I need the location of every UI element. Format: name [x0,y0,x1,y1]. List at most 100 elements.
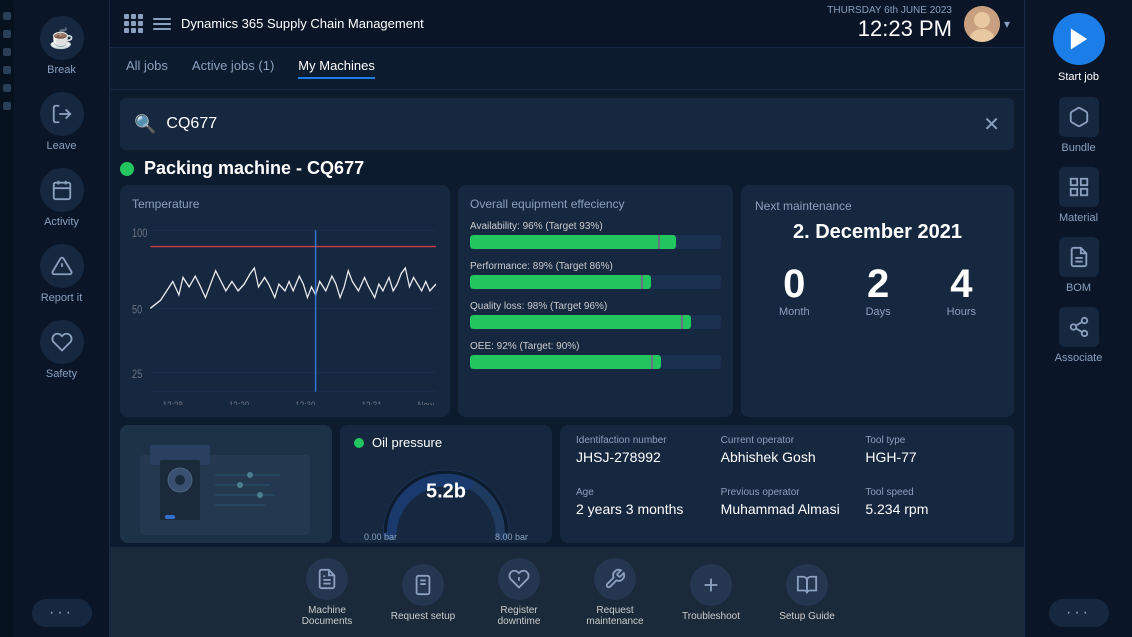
month-number: 0 [779,264,810,304]
thin-nav-icon-5 [3,84,11,92]
setup-guide-icon [786,564,828,606]
oil-label: Oil pressure [372,435,442,450]
action-request-maintenance[interactable]: Request maintenance [577,558,653,627]
break-icon: ☕ [40,16,84,60]
temperature-card-title: Temperature [132,197,438,211]
maintenance-card: Next maintenance 2. December 2021 0 Mont… [741,185,1014,417]
info-value-5: 5.234 rpm [865,501,998,517]
month-label: Month [779,306,810,318]
oee-bar-target-performance [641,275,643,289]
sidebar-item-leave[interactable]: Leave [24,84,100,160]
user-avatar-block[interactable]: ▾ [964,6,1010,42]
grid-dot [124,14,129,19]
oee-label-performance: Performance: 89% (Target 86%) [470,261,721,272]
request-maintenance-icon [594,558,636,600]
action-troubleshoot[interactable]: Troubleshoot [673,564,749,622]
activity-icon [40,168,84,212]
main-content: Dynamics 365 Supply Chain Management THU… [110,0,1024,637]
temperature-card: Temperature 100 50 25 [120,185,450,417]
gauge-min-label: 0.00 bar [364,532,397,542]
oee-row-quality: Quality loss: 98% (Target 96%) [470,301,721,329]
action-request-setup[interactable]: Request setup [385,564,461,622]
thin-nav-icon-3 [3,48,11,56]
temperature-chart: 100 50 25 [132,217,438,405]
search-input[interactable] [166,115,973,133]
svg-text:12:29: 12:29 [229,400,249,405]
sidebar-item-safety[interactable]: Safety [24,312,100,388]
tabs-bar: All jobs Active jobs (1) My Machines [110,48,1024,90]
sidebar-item-activity[interactable]: Activity [24,160,100,236]
action-machine-docs[interactable]: Machine Documents [289,558,365,627]
grid-dot [131,28,136,33]
oil-header: Oil pressure [354,435,538,450]
oee-row-oee: OEE: 92% (Target: 90%) [470,341,721,369]
time-display: 12:23 PM [827,16,952,42]
info-cell-0: Identifaction number JHSJ-278992 [576,435,709,481]
sidebar-item-report-it[interactable]: Report it [24,236,100,312]
close-icon[interactable]: ✕ [983,112,1000,137]
oee-row-availability: Availability: 96% (Target 93%) [470,221,721,249]
right-panel-material[interactable]: Material [1036,162,1122,228]
oee-card-title: Overall equipment effeciency [470,197,721,211]
oee-bar-fill-performance [470,275,651,289]
maintenance-card-title: Next maintenance [755,199,852,213]
date-display: THURSDAY 6th JUNE 2023 [827,5,952,16]
machine-image [120,425,332,543]
info-cell-2: Tool type HGH-77 [865,435,998,481]
sidebar-item-break[interactable]: ☕ Break [24,8,100,84]
right-panel-associate[interactable]: Associate [1036,302,1122,368]
action-register-downtime[interactable]: Register downtime [481,558,557,627]
days-unit: 2 Days [866,264,891,318]
associate-icon [1059,307,1099,347]
info-field-5: Tool speed [865,487,998,498]
machine-docs-icon [306,558,348,600]
start-job-button[interactable]: Start job [1036,8,1122,88]
app-header: Dynamics 365 Supply Chain Management THU… [110,0,1024,48]
leave-icon [40,92,84,136]
right-panel-bundle[interactable]: Bundle [1036,92,1122,158]
svg-text:100: 100 [132,227,147,241]
oee-bar-bg-4 [470,355,721,369]
sidebar-more-button[interactable]: ··· [32,599,92,627]
avatar [964,6,1000,42]
right-panel-bom[interactable]: BOM [1036,232,1122,298]
oee-bar-fill-oee [470,355,661,369]
info-value-3: 2 years 3 months [576,501,709,517]
header-left: Dynamics 365 Supply Chain Management [124,14,424,33]
request-setup-icon [402,564,444,606]
svg-text:12:28: 12:28 [163,400,183,405]
hours-number: 4 [947,264,976,304]
bom-icon [1059,237,1099,277]
svg-text:12:31: 12:31 [362,400,382,405]
oee-bar-target-availability [658,235,660,249]
info-value-4: Muhammad Almasi [721,501,854,517]
tab-active-jobs[interactable]: Active jobs (1) [192,58,274,79]
machine-info-card: Identifaction number JHSJ-278992 Current… [560,425,1014,543]
bottom-actions-bar: Machine Documents Request setup Register… [110,547,1024,637]
grid-dot [131,14,136,19]
oee-label-availability: Availability: 96% (Target 93%) [470,221,721,232]
hamburger-icon[interactable] [153,18,171,30]
tab-my-machines[interactable]: My Machines [298,58,375,79]
info-field-4: Previous operator [721,487,854,498]
svg-text:12:30: 12:30 [295,400,315,405]
action-setup-guide[interactable]: Setup Guide [769,564,845,622]
datetime-block: THURSDAY 6th JUNE 2023 12:23 PM [827,5,952,42]
oee-card: Overall equipment effeciency Availabilit… [458,185,733,417]
oil-pressure-card: Oil pressure 5.2b [340,425,552,543]
info-field-3: Age [576,487,709,498]
grid-dot [138,14,143,19]
bundle-icon [1059,97,1099,137]
chevron-down-icon: ▾ [1004,17,1010,31]
tab-all-jobs[interactable]: All jobs [126,58,168,79]
right-panel-more[interactable]: ··· [1049,599,1109,627]
status-indicator [120,162,134,176]
machine-image-card [120,425,332,543]
troubleshoot-icon [690,564,732,606]
thin-nav-icon-6 [3,102,11,110]
cards-row-1: Temperature 100 50 25 [110,185,1024,417]
svg-text:50: 50 [132,304,142,318]
svg-text:Now: Now [418,400,434,405]
info-field-0: Identifaction number [576,435,709,446]
grid-dot [124,28,129,33]
